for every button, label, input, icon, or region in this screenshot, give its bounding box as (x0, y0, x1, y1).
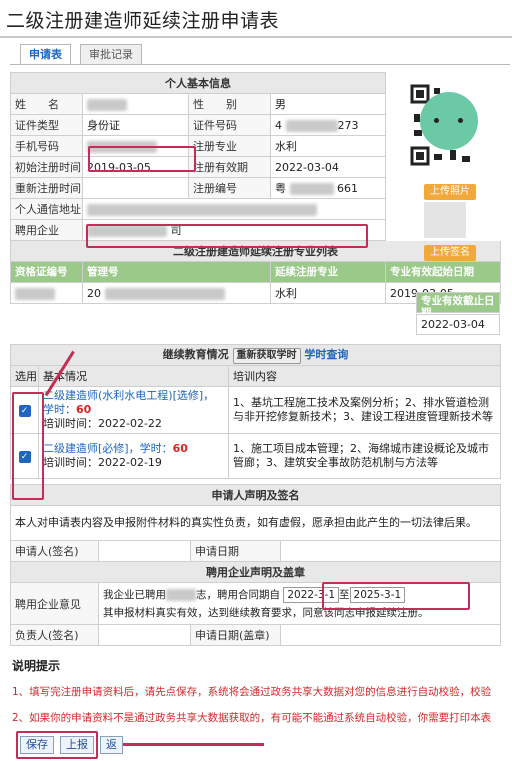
avatar-eye-right (458, 118, 463, 123)
first-reg-label: 初始注册时间 (10, 156, 83, 178)
submit-button[interactable]: 上报 (60, 736, 94, 754)
col-basic: 基本情况 (38, 365, 229, 387)
refresh-hours-button[interactable]: 重新获取学时 (232, 348, 301, 364)
major-value: 水利 (270, 135, 386, 157)
avatar-sticker-icon (420, 92, 478, 150)
avatar-eye-left (434, 118, 439, 123)
section-company: 聘用企业声明及盖章 (10, 561, 501, 583)
edu-row-1-basic: 二级建造师(水利水电工程)[选修]，学时：60 培训时间：2022-02-22 (38, 386, 229, 434)
validity-label: 注册有效期 (188, 156, 271, 178)
col-mgmt-number: 管理号 (82, 261, 271, 283)
col-major: 延续注册专业 (270, 261, 386, 283)
declaration-text: 本人对申请表内容及申报附件材料的真实性负责，如有虚假，愿承担由此产生的一切法律后… (10, 505, 501, 541)
edu-1-time: 培训时间：2022-02-22 (43, 417, 162, 430)
opinion-line1-b: 志，聘用合同期自 (196, 588, 280, 601)
apply-date-label: 申请日期 (190, 540, 281, 562)
annotation-arrow-buttons (106, 743, 264, 746)
edu-row-2-basic: 二级建造师[必修]，学时：60 培训时间：2022-02-19 (38, 433, 229, 479)
edu-row-1-content: 1、基坑工程施工技术及案例分析；2、排水管道检测与非开挖修复新技术；3、建设工程… (227, 386, 502, 434)
mgmt-prefix: 20 (87, 286, 101, 300)
notes-title: 说明提示 (12, 659, 61, 673)
edu-1-hours: 60 (76, 403, 92, 416)
id-prefix: 4 (275, 118, 282, 132)
leader-sign-value (98, 624, 191, 646)
tab-underline (10, 64, 510, 65)
highlight-phone (88, 146, 196, 172)
reg-prefix: 粤 (275, 182, 286, 195)
col-end-date: 专业有效截止日期 (416, 292, 500, 319)
redacted-mgmt (104, 287, 225, 300)
edu-row-2-content: 1、施工项目成本管理；2、海绵城市建设概论及城市管廊；3、建筑安全事故防范机制与… (227, 433, 502, 479)
education-table: 继续教育情况 重新获取学时 学时查询 选用 基本情况 培训内容 ✓ 二级建造师(… (9, 344, 502, 479)
id-number-value: 4 273 (270, 114, 386, 136)
redacted-employee (166, 588, 196, 601)
section-personal-info: 个人基本信息 (10, 72, 386, 94)
edu-2-time: 培训时间：2022-02-19 (43, 456, 162, 469)
opinion-line1-a: 我企业已聘用 (103, 588, 166, 601)
gender-value: 男 (270, 93, 386, 115)
major-label: 注册专业 (188, 135, 271, 157)
section-declaration: 申请人声明及签名 (10, 484, 501, 506)
col-select: 选用 (10, 365, 39, 387)
section-education: 继续教育情况 重新获取学时 学时查询 (9, 344, 502, 366)
rereg-value (82, 177, 189, 199)
save-button[interactable]: 保存 (20, 736, 54, 754)
highlight-address (86, 224, 368, 248)
redacted-id (285, 119, 338, 132)
company-opinion-label: 聘用企业意见 (10, 582, 99, 625)
reg-suffix: 661 (337, 182, 358, 195)
note-2: 2、如果你的申请资料不是通过政务共享大数据获取的，有可能不能通过系统自动校验，你… (12, 712, 492, 724)
gender-label: 性 别 (188, 93, 271, 115)
tab-application[interactable]: 申请表 (20, 44, 71, 65)
phone-label: 手机号码 (10, 135, 83, 157)
name-value (82, 93, 189, 115)
back-button[interactable]: 返 (100, 736, 123, 754)
company-date-label: 申请日期(盖章) (190, 624, 281, 646)
company-date-value (280, 624, 501, 646)
id-type-label: 证件类型 (10, 114, 83, 136)
leader-sign-label: 负责人(签名) (10, 624, 99, 646)
upload-photo-button[interactable]: 上传照片 (424, 184, 476, 200)
address-field[interactable] (82, 198, 386, 220)
redacted-address (87, 203, 317, 216)
title-divider (0, 36, 512, 38)
rereg-label: 重新注册时间 (10, 177, 83, 199)
applicant-sign-value (98, 540, 191, 562)
col-content: 培训内容 (227, 365, 502, 387)
col-start-date: 专业有效起始日期 (390, 266, 474, 278)
name-label: 姓 名 (10, 93, 83, 115)
reg-number-value: 粤 661 (270, 177, 386, 199)
education-title: 继续教育情况 (162, 348, 229, 361)
edu-2-hours: 60 (172, 442, 188, 455)
redacted-name (87, 98, 127, 111)
declaration-table: 申请人声明及签名 本人对申请表内容及申报附件材料的真实性负责，如有虚假，愿承担由… (10, 484, 501, 646)
id-number-label: 证件号码 (188, 114, 271, 136)
edu-2-title: 二级建造师[必修]，学时： (43, 442, 173, 455)
apply-date-value (280, 540, 501, 562)
end-date-value: 2022-03-04 (416, 314, 500, 335)
reg-number-label: 注册编号 (188, 177, 271, 199)
validity-value: 2022-03-04 (270, 156, 386, 178)
signature-preview (424, 202, 466, 238)
hours-query-link[interactable]: 学时查询 (304, 348, 348, 361)
id-type-value: 身份证 (82, 114, 189, 136)
address-label: 个人通信地址 (10, 198, 83, 220)
highlight-checkboxes (12, 392, 44, 500)
redacted-cert (15, 287, 55, 300)
col-start-end: 专业有效起始日期 (385, 261, 501, 283)
edu-1-title: 二级建造师(水利水电工程)[选修]，学时： (43, 389, 215, 416)
redacted-reg (289, 183, 334, 195)
highlight-contract-dates (322, 582, 470, 610)
upload-signature-button[interactable]: 上传签名 (424, 245, 476, 261)
page-title: 二级注册建造师延续注册申请表 (6, 10, 280, 32)
major-row-value: 水利 (270, 282, 386, 304)
id-suffix: 273 (337, 118, 359, 132)
note-1: 1、填写完注册申请资料后，请先点保存，系统将会通过政务共享大数据对您的信息进行自… (12, 686, 492, 698)
col-cert-number: 资格证编号 (10, 261, 83, 283)
mgmt-number-value: 20 (82, 282, 271, 304)
applicant-sign-label: 申请人(签名) (10, 540, 99, 562)
cert-number-value (10, 282, 83, 304)
employer-label: 聘用企业 (10, 219, 83, 241)
tab-approval-records[interactable]: 审批记录 (80, 44, 142, 65)
